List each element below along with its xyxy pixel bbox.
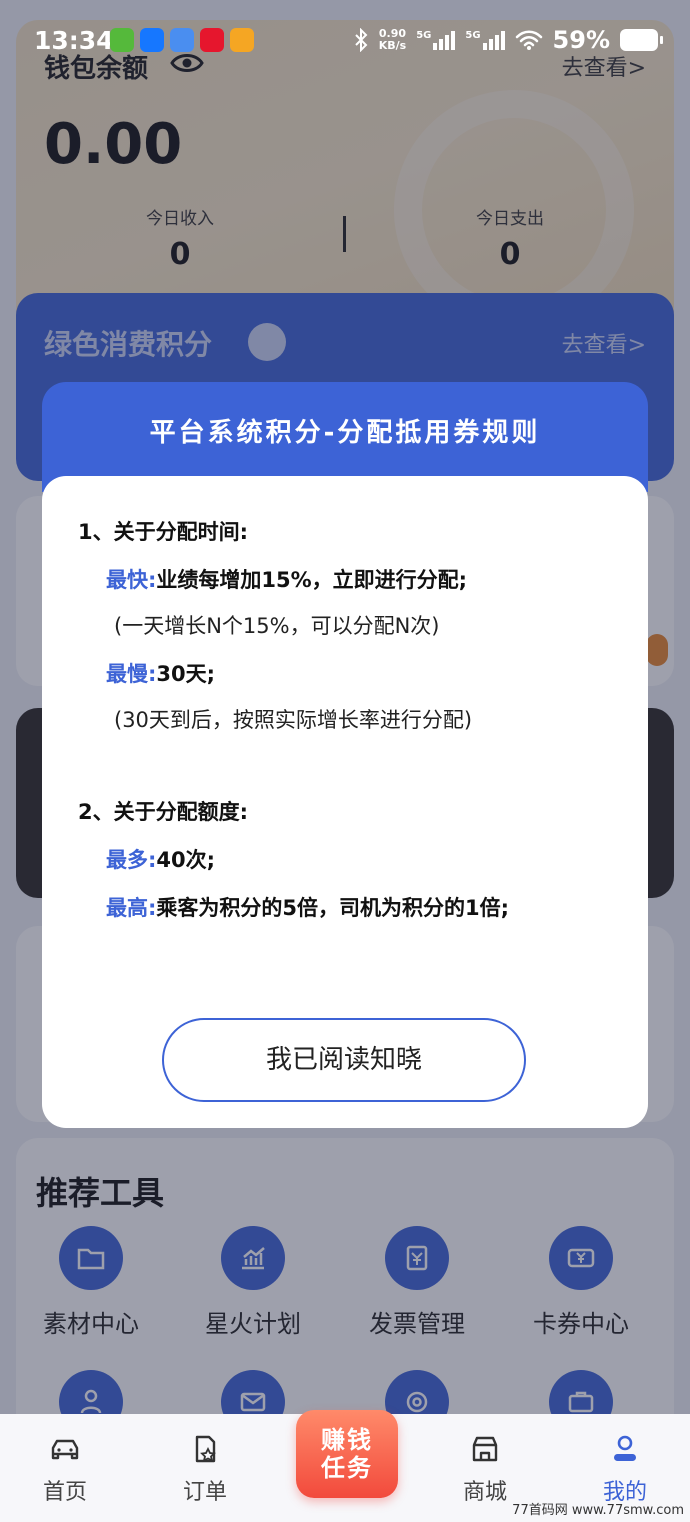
- rule-key: 最快:: [106, 568, 157, 592]
- rule-note: (一天增长N个15%，可以分配N次): [114, 614, 440, 638]
- wifi-icon: [515, 30, 542, 50]
- nav-home[interactable]: 首页: [15, 1432, 115, 1506]
- signal-label: 5G: [465, 30, 481, 41]
- rule-value: 40次;: [156, 848, 216, 872]
- status-time: 13:34: [34, 26, 114, 55]
- rules-modal: 平台系统积分-分配抵用券规则 1、关于分配时间: 最快:业绩每增加15%，立即进…: [42, 382, 648, 1128]
- store-icon: [472, 1436, 498, 1462]
- rule-key: 最高:: [106, 896, 157, 920]
- confirm-read-button[interactable]: 我已阅读知晓: [162, 1018, 526, 1102]
- signal-icon: 5G: [465, 30, 505, 50]
- bluetooth-icon: [355, 28, 368, 52]
- net-speed-unit: KB/s: [378, 39, 407, 52]
- rule-value: 30天;: [156, 662, 216, 686]
- user-icon: [614, 1435, 636, 1461]
- signal-icon: 5G: [416, 30, 456, 50]
- alipay-icon: [140, 28, 164, 52]
- status-bar: 13:34 0.90 KB/s 5G 5G 59%: [0, 24, 690, 58]
- nav-label: 首页: [42, 1480, 87, 1505]
- rule-highest: 最高:乘客为积分的5倍，司机为积分的1倍;: [106, 892, 509, 922]
- rule-most: 最多:40次;: [106, 844, 215, 874]
- car-icon: [51, 1439, 79, 1460]
- rule-fastest: 最快:业绩每增加15%，立即进行分配;: [106, 564, 467, 594]
- rule-value: 业绩每增加15%，立即进行分配;: [156, 568, 468, 592]
- app-notify-icon: [110, 28, 134, 52]
- battery-icon: [620, 29, 663, 51]
- weibo-icon: [200, 28, 224, 52]
- modal-title: 平台系统积分-分配抵用券规则: [149, 418, 541, 448]
- nav-store[interactable]: 商城: [435, 1432, 535, 1506]
- bottom-nav: 首页 订单 赚钱任务 商城 我的 77首码网 www.77smw.com: [0, 1410, 690, 1522]
- app-58-icon: [230, 28, 254, 52]
- rule-key: 最慢:: [106, 662, 157, 686]
- rule-note: (30天到后，按照实际增长率进行分配): [114, 708, 473, 732]
- section-time-title: 1、关于分配时间:: [78, 520, 249, 544]
- net-speed: 0.90 KB/s: [379, 28, 406, 52]
- app-notify-icon: [170, 28, 194, 52]
- rule-slowest: 最慢:30天;: [106, 658, 215, 688]
- order-icon: [195, 1435, 216, 1463]
- modal-body: 1、关于分配时间: 最快:业绩每增加15%，立即进行分配; (一天增长N个15%…: [42, 476, 648, 1128]
- rule-value: 乘客为积分的5倍，司机为积分的1倍;: [156, 896, 510, 920]
- rule-key: 最多:: [106, 848, 157, 872]
- status-right: 0.90 KB/s 5G 5G 59%: [353, 26, 663, 54]
- earn-task-label: 赚钱任务: [321, 1426, 373, 1482]
- nav-orders[interactable]: 订单: [155, 1432, 255, 1506]
- watermark: 77首码网 www.77smw.com: [512, 1503, 684, 1518]
- notification-icons: [110, 28, 254, 52]
- nav-label: 订单: [182, 1480, 227, 1505]
- nav-mine[interactable]: 我的: [575, 1432, 675, 1506]
- battery-percent: 59%: [552, 26, 610, 54]
- section-amount-title: 2、关于分配额度:: [78, 800, 249, 824]
- earn-task-button[interactable]: 赚钱任务: [296, 1410, 398, 1498]
- signal-label: 5G: [416, 30, 432, 41]
